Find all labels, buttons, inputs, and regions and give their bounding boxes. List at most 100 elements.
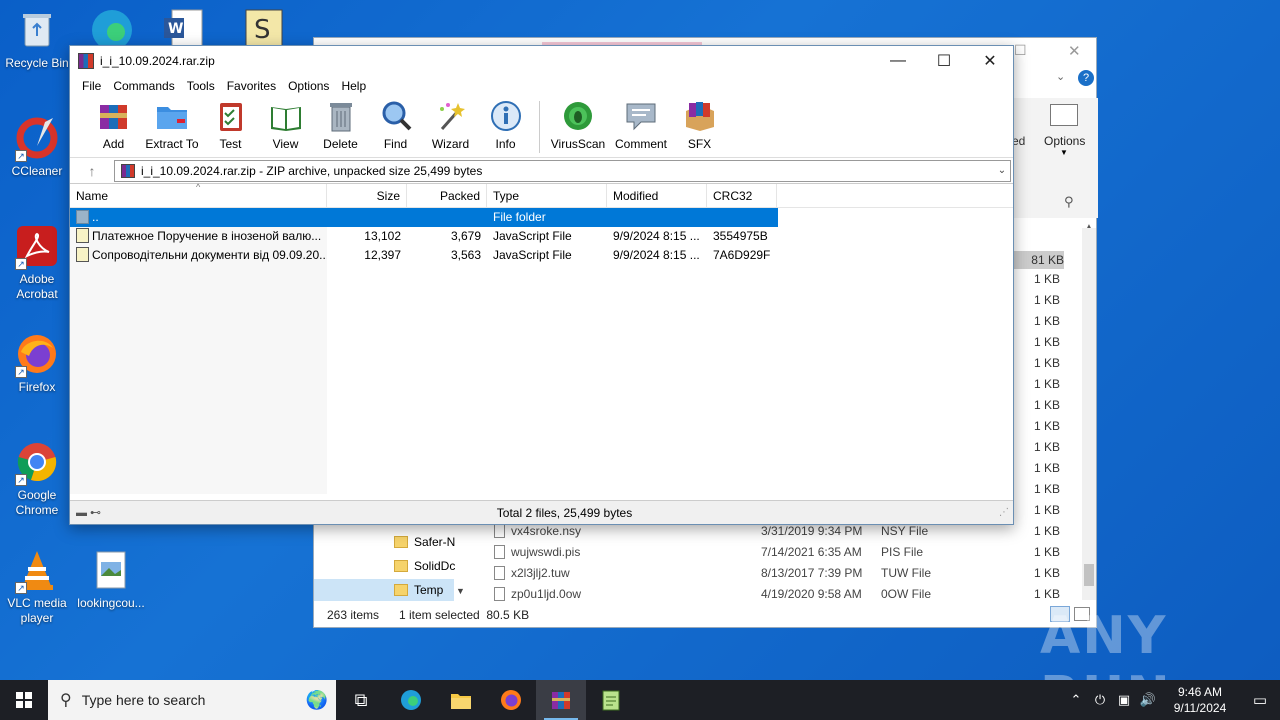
wizard-button[interactable]: Wizard: [423, 99, 478, 157]
explorer-search-icon[interactable]: ⚲: [1064, 194, 1074, 210]
edge-taskbar-icon[interactable]: [386, 680, 436, 720]
usb-icon[interactable]: ⏻: [1088, 692, 1112, 708]
file-explorer-taskbar-icon[interactable]: [436, 680, 486, 720]
explorer-scroll-thumb[interactable]: [1084, 564, 1094, 586]
search-highlight-icon: 🌍: [305, 689, 328, 710]
sfx-button[interactable]: SFX: [672, 99, 727, 157]
file-row[interactable]: zp0u1ljd.0ow 4/19/2020 9:58 AM 0OW File: [494, 583, 1084, 604]
options-button[interactable]: Options: [1044, 134, 1085, 148]
ribbon-partial-label: ed: [1012, 134, 1026, 148]
table-row[interactable]: Сопроводітельни документи від 09.09.20..…: [70, 246, 1013, 265]
nav-item-safer[interactable]: Safer-N: [394, 531, 464, 553]
task-view-icon[interactable]: ⧉: [336, 680, 386, 720]
explorer-close-button[interactable]: ✕: [1068, 42, 1081, 60]
clock[interactable]: 9:46 AM 9/11/2024: [1160, 684, 1240, 716]
cell-type: JavaScript File: [493, 229, 572, 243]
nav-scroll-down-icon[interactable]: ▼: [456, 586, 465, 596]
svg-text:S: S: [254, 15, 271, 45]
column-header-modified[interactable]: Modified: [607, 184, 707, 207]
desktop-icon-chrome[interactable]: ↗ Google Chrome: [0, 440, 74, 518]
comment-button[interactable]: Comment: [610, 99, 672, 157]
explorer-maximize-button[interactable]: ☐: [1014, 42, 1027, 59]
table-row[interactable]: Платежное Поручение в інозеной валю... 1…: [70, 227, 1013, 246]
column-header-size[interactable]: Size: [327, 184, 407, 207]
explorer-scrollbar[interactable]: [1082, 228, 1096, 600]
column-header-type[interactable]: Type: [487, 184, 607, 207]
file-date: 4/19/2020 9:58 AM: [761, 586, 862, 601]
network-icon[interactable]: ▣: [1112, 692, 1136, 708]
menu-commands[interactable]: Commands: [107, 76, 180, 96]
maximize-button[interactable]: ☐: [921, 46, 967, 76]
size-cell: 1 KB: [1033, 293, 1060, 307]
file-name: zp0u1ljd.0ow: [511, 586, 582, 601]
desktop-icon-image-file[interactable]: lookingcou...: [74, 548, 148, 611]
table-row[interactable]: .. File folder: [70, 208, 778, 227]
size-cell: 1 KB: [1033, 377, 1060, 391]
folder-icon: [394, 536, 408, 548]
file-row[interactable]: wujwswdi.pis 7/14/2021 6:35 AM PIS File: [494, 541, 1084, 562]
book-view-icon: [269, 99, 303, 133]
volume-icon[interactable]: 🔊: [1136, 692, 1160, 708]
info-button[interactable]: Info: [478, 99, 533, 157]
find-button[interactable]: Find: [368, 99, 423, 157]
winrar-titlebar[interactable]: i_i_10.09.2024.rar.zip — ☐ ✕: [70, 46, 1013, 76]
tool-label: Info: [495, 137, 516, 151]
desktop-icon-recycle-bin[interactable]: Recycle Bin: [0, 8, 74, 71]
file-name: x2l3jlj2.tuw: [511, 565, 570, 580]
info-icon: [489, 99, 523, 133]
cell-size: 13,102: [364, 229, 401, 243]
minimize-button[interactable]: —: [875, 46, 921, 76]
menu-options[interactable]: Options: [282, 76, 335, 96]
view-button[interactable]: View: [258, 99, 313, 157]
menu-help[interactable]: Help: [335, 76, 372, 96]
up-arrow-icon[interactable]: ↑: [70, 163, 114, 179]
explorer-help-icon[interactable]: ?: [1078, 70, 1094, 86]
menu-favorites[interactable]: Favorites: [221, 76, 282, 96]
chevron-down-icon[interactable]: ⌄: [994, 165, 1010, 176]
firefox-taskbar-icon[interactable]: [486, 680, 536, 720]
desktop-icon-label: Google Chrome: [15, 488, 59, 517]
winrar-taskbar-icon[interactable]: [536, 680, 586, 720]
add-button[interactable]: Add: [86, 99, 141, 157]
winrar-window[interactable]: i_i_10.09.2024.rar.zip — ☐ ✕ File Comman…: [69, 45, 1014, 525]
tool-label: View: [272, 137, 299, 151]
column-header-packed[interactable]: Packed: [407, 184, 487, 207]
notepad-taskbar-icon[interactable]: [586, 680, 636, 720]
start-button[interactable]: [0, 680, 48, 720]
nav-item-soliddc[interactable]: SolidDc: [394, 555, 464, 577]
desktop-icon-vlc[interactable]: ↗ VLC media player: [0, 548, 74, 626]
nav-item-temp[interactable]: Temp: [314, 579, 454, 601]
archive-path-field[interactable]: i_i_10.09.2024.rar.zip - ZIP archive, un…: [114, 159, 1011, 182]
drive-icons[interactable]: ▬ ⊷: [70, 506, 130, 519]
file-rows: .. File folder Платежное Поручение в іно…: [70, 208, 1013, 265]
file-list[interactable]: Name Size Packed Type Modified CRC32 ^ .…: [70, 182, 1013, 494]
column-header-crc32[interactable]: CRC32: [707, 184, 777, 207]
desktop-icon-ccleaner[interactable]: ↗ CCleaner: [0, 116, 74, 179]
delete-button[interactable]: Delete: [313, 99, 368, 157]
taskbar-search[interactable]: ⚲ Type here to search 🌍: [48, 680, 336, 720]
word-document-icon[interactable]: W: [162, 8, 206, 47]
acrobat-icon: ↗: [15, 224, 59, 270]
resize-grip-icon[interactable]: ⋰: [999, 507, 1013, 518]
desktop-icon-acrobat[interactable]: ↗ Adobe Acrobat: [0, 224, 74, 302]
clock-date: 9/11/2024: [1173, 701, 1227, 715]
notification-icon[interactable]: ▭: [1240, 691, 1280, 709]
extract-to-button[interactable]: Extract To: [141, 99, 203, 157]
script-file-icon[interactable]: S: [242, 8, 286, 47]
comment-icon: [624, 99, 658, 133]
test-button[interactable]: Test: [203, 99, 258, 157]
desktop-icon-firefox[interactable]: ↗ Firefox: [0, 332, 74, 395]
size-cell: 1 KB: [1033, 335, 1060, 349]
menu-tools[interactable]: Tools: [181, 76, 221, 96]
windows-logo-icon: [16, 692, 32, 708]
edge-desktop-icon[interactable]: [88, 6, 136, 50]
options-icon[interactable]: [1050, 104, 1078, 126]
cell-modified: [607, 208, 707, 227]
chevron-up-icon[interactable]: ⌃: [1064, 692, 1088, 708]
tool-label: Find: [383, 137, 408, 151]
file-row[interactable]: x2l3jlj2.tuw 8/13/2017 7:39 PM TUW File: [494, 562, 1084, 583]
menu-file[interactable]: File: [76, 76, 107, 96]
close-button[interactable]: ✕: [967, 46, 1013, 76]
explorer-expand-ribbon-icon[interactable]: ⌄: [1056, 70, 1065, 83]
virusscan-button[interactable]: VirusScan: [546, 99, 610, 157]
